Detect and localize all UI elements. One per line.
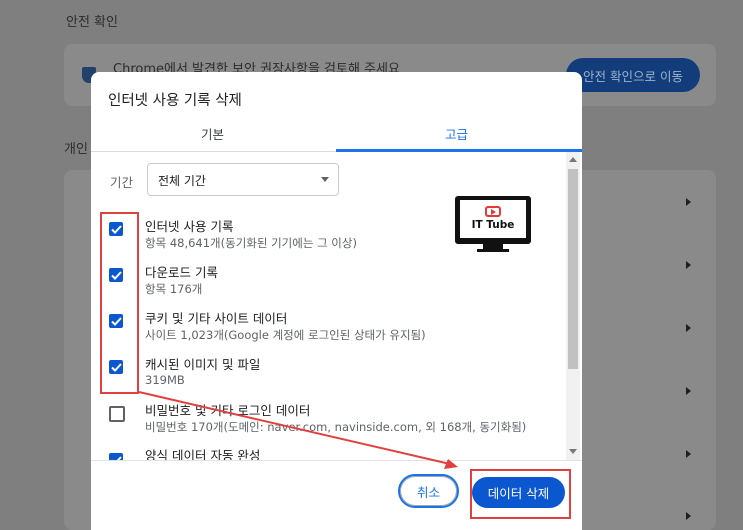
option-description: 사이트 1,023개(Google 계정에 로그인된 상태가 유지됨) [145,328,426,342]
option-description: 319MB [145,373,185,387]
footer-divider [91,460,582,461]
period-label: 기간 [110,175,134,190]
play-icon [485,206,501,217]
active-tab-indicator [336,149,582,152]
scroll-down-arrow-icon[interactable] [569,449,577,454]
option-description: 항목 176개 [145,282,203,296]
option-title: 인터넷 사용 기록 [145,219,234,234]
option-title: 캐시된 이미지 및 파일 [145,357,261,372]
dialog-title: 인터넷 사용 기록 삭제 [108,93,242,109]
period-select-value: 전체 기간 [158,174,206,188]
annotation-delete-highlight [470,469,571,519]
option-title: 비밀번호 및 기타 로그인 데이터 [145,403,311,418]
chevron-right-icon[interactable] [686,324,691,332]
option-description: 비밀번호 170개(도메인: naver.com, navinside.com,… [145,420,527,434]
option-cached-images[interactable]: 캐시된 이미지 및 파일 319MB [91,354,561,400]
chevron-right-icon[interactable] [686,450,691,458]
chevron-right-icon[interactable] [686,387,691,395]
section-title-safety: 안전 확인 [66,15,118,30]
caret-down-icon [321,177,329,182]
scroll-up-arrow-icon[interactable] [569,157,577,162]
section-title-privacy: 개인 [64,142,88,157]
option-cookies[interactable]: 쿠키 및 기타 사이트 데이터 사이트 1,023개(Google 계정에 로그… [91,308,561,354]
option-title: 다운로드 기록 [145,265,218,280]
option-description: 항목 48,641개(동기화된 기기에는 그 이상) [145,236,357,250]
chevron-right-icon[interactable] [686,198,691,206]
option-title: 양식 데이터 자동 완성 [145,448,261,460]
option-download-history[interactable]: 다운로드 기록 항목 176개 [91,262,561,308]
checkbox-passwords[interactable] [109,406,125,422]
it-tube-watermark-logo: IT Tube [455,196,531,252]
tab-advanced[interactable]: 고급 [445,124,468,143]
option-passwords[interactable]: 비밀번호 및 기타 로그인 데이터 비밀번호 170개(도메인: naver.c… [91,400,561,446]
checkbox-autofill[interactable] [109,453,123,460]
monitor-icon: IT Tube [455,196,531,244]
period-select[interactable]: 전체 기간 [147,163,339,196]
scrollbar-thumb[interactable] [568,169,578,369]
cancel-button[interactable]: 취소 [398,474,459,508]
annotation-checkbox-highlight [100,212,139,394]
chevron-right-icon[interactable] [686,261,691,269]
option-title: 쿠키 및 기타 사이트 데이터 [145,311,288,326]
option-autofill[interactable]: 양식 데이터 자동 완성 [91,445,561,460]
safety-check-button[interactable]: 안전 확인으로 이동 [566,58,700,92]
clear-browsing-data-dialog: 인터넷 사용 기록 삭제 기본 고급 기간 전체 기간 인터넷 사용 기록 항목… [91,72,582,530]
watermark-text: IT Tube [471,219,515,231]
tab-basic[interactable]: 기본 [201,124,224,143]
chevron-right-icon[interactable] [686,512,691,520]
